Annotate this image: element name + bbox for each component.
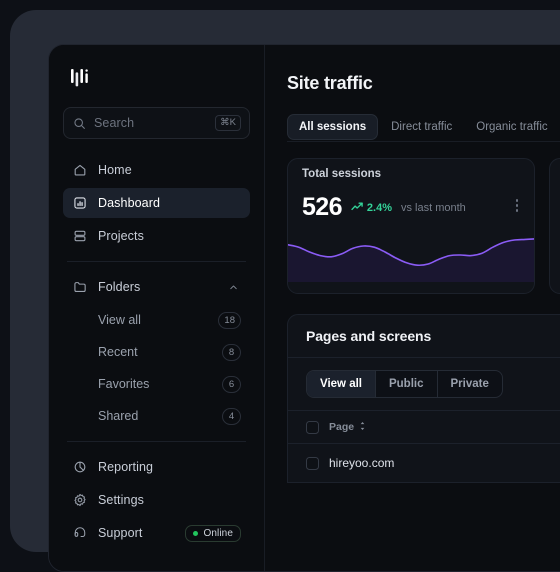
delta-value: 2.4% (366, 201, 392, 214)
table-row[interactable]: hireyoo.com 4,288 (288, 444, 560, 482)
chevron-up-icon[interactable] (226, 280, 241, 295)
sidebar-subitem-count: 4 (222, 407, 241, 425)
pages-and-screens-panel: Pages and screens View all Public Privat… (287, 314, 560, 483)
hireyoo-logo[interactable] (63, 55, 250, 101)
metric-row: 526 2.4% vs last month (302, 195, 520, 220)
sidebar-subitem-label: Recent (98, 345, 138, 359)
sidebar-item-home[interactable]: Home (63, 155, 250, 185)
projects-icon (72, 229, 87, 244)
panel-title: Pages and screens (306, 328, 432, 344)
tab-organic-traffic[interactable]: Organic traffic (465, 114, 558, 140)
dashboard-icon (72, 196, 87, 211)
sidebar-item-label: Folders (98, 280, 141, 294)
support-status-label: Online (203, 527, 233, 539)
sidebar-subitem-count: 6 (222, 375, 241, 393)
search-input[interactable]: Search ⌘K (63, 107, 250, 139)
traffic-tabs: All sessions Direct traffic Organic traf… (287, 112, 560, 142)
segmented-control: View all Public Private (306, 370, 503, 398)
sidebar-item-support[interactable]: Support Online (63, 518, 250, 548)
sidebar-item-projects[interactable]: Projects (63, 221, 250, 251)
primary-nav: Home Dashboard Projects Folders View all… (63, 155, 250, 551)
sidebar-divider (67, 261, 246, 262)
sidebar-subitem-label: View all (98, 313, 141, 327)
select-all-checkbox[interactable] (306, 420, 319, 434)
sidebar-divider-bottom (67, 441, 246, 442)
page-title: Site traffic (287, 73, 373, 93)
sidebar-subitem-count: 8 (222, 343, 241, 361)
support-status-badge: Online (185, 524, 241, 542)
sort-icon[interactable] (358, 421, 367, 434)
app-window: Search ⌘K Home Dashboard Projects Folder… (48, 44, 560, 572)
metric-value: 526 (302, 193, 343, 221)
trending-up-icon (351, 201, 364, 215)
table-header-row: Page Sessions (288, 411, 560, 444)
sidebar-subitem-favorites[interactable]: Favorites 6 (63, 369, 250, 399)
sidebar-item-settings[interactable]: Settings (63, 485, 250, 515)
sidebar-subitem-view-all[interactable]: View all 18 (63, 305, 250, 335)
home-icon (72, 163, 87, 178)
desktop-background: Search ⌘K Home Dashboard Projects Folder… (0, 0, 560, 572)
sidebar-item-folders[interactable]: Folders (63, 272, 250, 302)
sidebar-subitem-label: Favorites (98, 377, 150, 391)
segment-view-all[interactable]: View all (307, 371, 376, 397)
sidebar-item-label: Reporting (98, 460, 154, 474)
sidebar-item-label: Home (98, 163, 132, 177)
reporting-icon (72, 460, 87, 475)
tab-direct-traffic[interactable]: Direct traffic (380, 114, 463, 140)
sidebar-subitem-shared[interactable]: Shared 4 (63, 401, 250, 431)
sidebar-item-label: Settings (98, 493, 144, 507)
sidebar-subitem-label: Shared (98, 409, 139, 423)
sidebar-subitem-recent[interactable]: Recent 8 (63, 337, 250, 367)
sidebar-item-reporting[interactable]: Reporting (63, 452, 250, 482)
delta-indicator: 2.4% (351, 201, 392, 215)
more-options-icon[interactable] (510, 199, 524, 212)
search-shortcut-badge: ⌘K (215, 115, 241, 131)
comparison-label: vs last month (401, 201, 466, 214)
support-icon (72, 526, 87, 541)
panel-header: Pages and screens (288, 315, 560, 357)
status-dot-icon (193, 530, 199, 536)
segment-private[interactable]: Private (438, 371, 502, 397)
main-content: Site traffic All sessions Direct traffic… (265, 45, 560, 571)
visibility-filter: View all Public Private (288, 357, 560, 410)
pages-table: Page Sessions (288, 410, 560, 482)
cell-page: hireyoo.com (329, 456, 395, 470)
sidebar-item-label: Projects (98, 229, 144, 243)
sessions-sparkline (288, 230, 534, 287)
card-title: Total sessions (302, 168, 382, 180)
column-header-page[interactable]: Page (329, 421, 560, 434)
search-placeholder: Search (94, 116, 135, 130)
column-label: Page (329, 421, 355, 433)
total-sessions-card: Total sessions 526 2.4% vs last month (287, 158, 535, 294)
card-body: 526 2.4% vs last month (288, 195, 534, 287)
segment-public[interactable]: Public (376, 371, 438, 397)
row-checkbox[interactable] (306, 456, 319, 470)
sidebar-item-label: Support (98, 526, 143, 540)
folder-icon (72, 280, 87, 295)
sidebar: Search ⌘K Home Dashboard Projects Folder… (49, 45, 265, 571)
search-icon (73, 117, 86, 130)
metric-cards-row: Total sessions 526 2.4% vs last month (287, 158, 560, 294)
sidebar-item-dashboard[interactable]: Dashboard (63, 188, 250, 218)
sidebar-item-label: Dashboard (98, 196, 161, 210)
sidebar-subitem-count: 18 (218, 311, 241, 329)
tab-all-sessions[interactable]: All sessions (287, 113, 379, 140)
secondary-metric-card (549, 158, 560, 294)
settings-icon (72, 493, 87, 508)
